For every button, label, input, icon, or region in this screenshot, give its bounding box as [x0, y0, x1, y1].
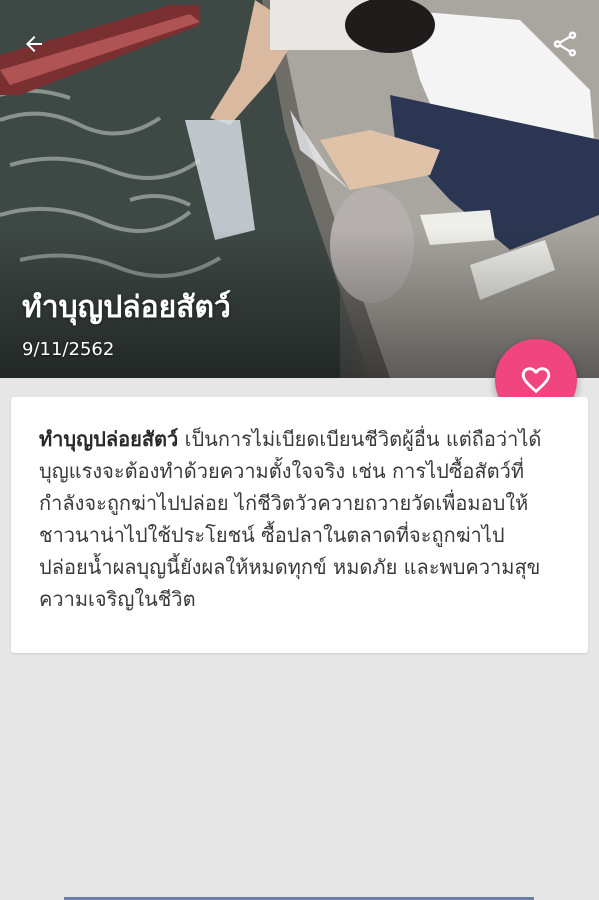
heart-outline-icon — [521, 367, 551, 394]
share-button[interactable] — [545, 24, 585, 64]
article-card: ทำบุญปล่อยสัตว์ เป็นการไม่เบียดเบียนชีวิ… — [11, 397, 588, 653]
hero-image: ทำบุญปล่อยสัตว์ 9/11/2562 — [0, 0, 599, 378]
share-icon — [553, 31, 577, 57]
article-text: เป็นการไม่เบียดเบียนชีวิตผู้อื่น แต่ถือว… — [39, 427, 542, 611]
back-button[interactable] — [14, 24, 54, 64]
article-lead: ทำบุญปล่อยสัตว์ — [39, 427, 179, 451]
article-body: ทำบุญปล่อยสัตว์ เป็นการไม่เบียดเบียนชีวิ… — [39, 423, 552, 615]
page-title: ทำบุญปล่อยสัตว์ — [22, 290, 231, 325]
post-date: 9/11/2562 — [22, 339, 115, 360]
screen: ทำบุญปล่อยสัตว์ 9/11/2562 ทำบุญปล่อยสัตว… — [0, 0, 599, 900]
back-arrow-icon — [26, 36, 42, 52]
